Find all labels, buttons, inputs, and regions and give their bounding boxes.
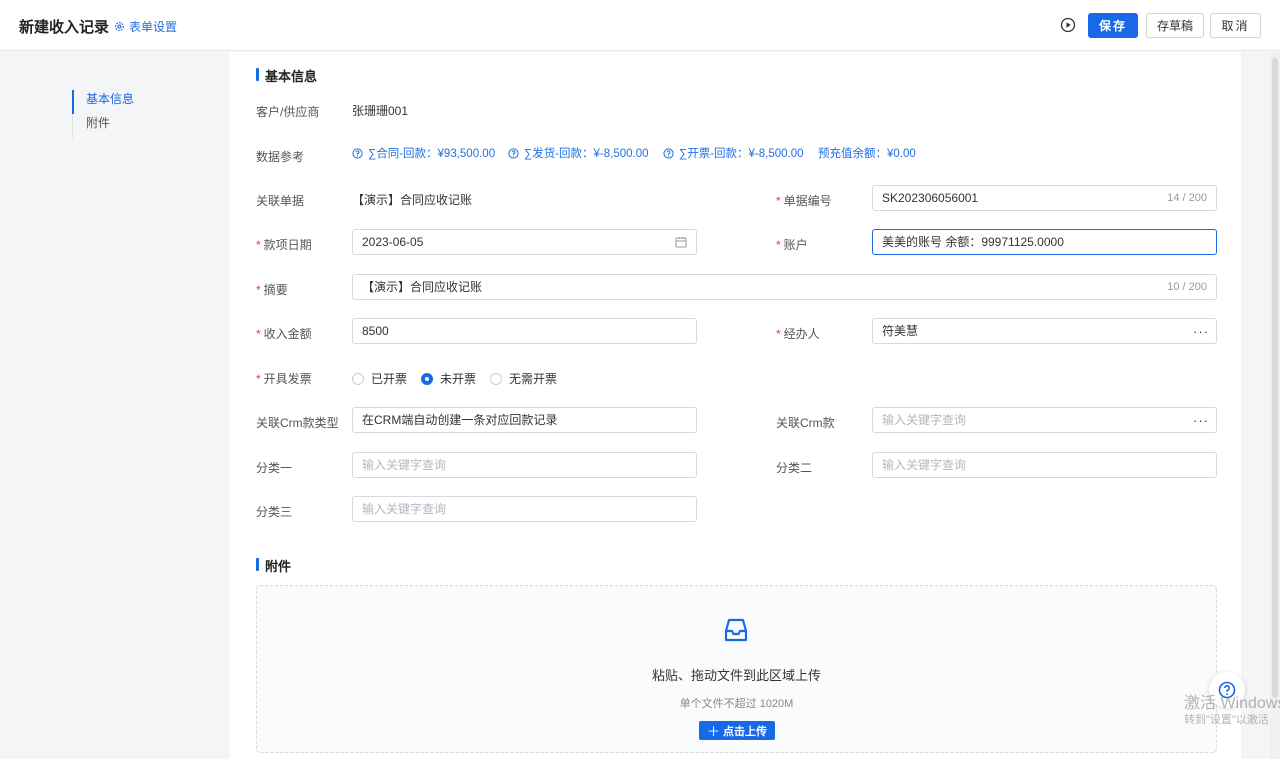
handler-input[interactable]: 符美慧 [872, 318, 1187, 344]
crm-type-value: 在CRM端自动创建一条对应回款记录 [362, 413, 558, 427]
top-header: 新建收入记录 表单设置 保存 存草稿 取消 [0, 0, 1280, 51]
save-draft-button[interactable]: 存草稿 [1146, 13, 1204, 38]
category3-input[interactable]: 输入关键字查询 [352, 496, 697, 522]
upload-button-label: 点击上传 [723, 725, 767, 738]
upload-dropzone[interactable]: 粘贴、拖动文件到此区域上传 单个文件不超过 1020M ＋ 点击上传 [256, 585, 1217, 753]
radio-not-invoiced[interactable]: 未开票 [421, 370, 476, 387]
calendar-icon [675, 237, 687, 248]
section-title-basic-info: 基本信息 [256, 66, 317, 85]
summary-value: 【演示】合同应收记账 [362, 280, 483, 294]
ref-prepaid-text: 预充值余额：¥0.00 [818, 148, 916, 160]
customer-value: 张珊珊001 [352, 104, 409, 118]
data-ref-label: 数据参考 [256, 150, 305, 164]
ref-invoice-text: ∑开票-回款：¥-8,500.00 [679, 148, 804, 160]
radio-label: 无需开票 [509, 372, 558, 386]
activation-watermark-subtitle: 转到"设置"以激活 [1184, 714, 1269, 726]
handler-picker-button[interactable]: ··· [1186, 318, 1217, 344]
form-settings-link[interactable]: 表单设置 [114, 18, 177, 35]
anchor-nav: 基本信息 附件 [72, 90, 134, 138]
nav-item-attachment[interactable]: 附件 [72, 114, 134, 138]
related-doc-label: 关联单据 [256, 194, 305, 208]
customer-label: 客户/供应商 [256, 105, 320, 119]
crm-type-label: 关联Crm款类型 [256, 416, 339, 430]
invoice-radio-group: 已开票 未开票 无需开票 [352, 370, 571, 387]
account-value: 美美的账号 余额：99971125.0000 [882, 235, 1064, 249]
crm-placeholder: 输入关键字查询 [882, 413, 967, 427]
gear-icon [115, 22, 124, 31]
question-circle-icon [352, 147, 363, 159]
date-picker[interactable]: 2023-06-05 [352, 229, 697, 255]
radio-no-invoice-needed[interactable]: 无需开票 [490, 370, 557, 387]
category2-label: 分类二 [776, 461, 813, 475]
save-button[interactable]: 保存 [1088, 13, 1138, 38]
ref-contract-payment[interactable]: ∑合同-回款：¥93,500.00 [352, 145, 495, 161]
amount-label: * 收入金额 [256, 327, 312, 341]
ref-delivery-payment[interactable]: ∑发货-回款：¥-8,500.00 [508, 145, 649, 161]
summary-label: * 摘要 [256, 283, 288, 297]
ref-delivery-text: ∑发货-回款：¥-8,500.00 [524, 148, 649, 160]
ref-invoice-payment[interactable]: ∑开票-回款：¥-8,500.00 [663, 145, 804, 161]
summary-input[interactable]: 【演示】合同应收记账 10 / 200 [352, 274, 1217, 300]
doc-no-counter: 14 / 200 [1167, 192, 1207, 204]
page-title: 新建收入记录 [19, 19, 110, 36]
upload-button[interactable]: ＋ 点击上传 [699, 721, 775, 740]
date-label: * 款项日期 [256, 238, 312, 252]
ref-prepaid-balance: 预充值余额：¥0.00 [818, 145, 916, 161]
upload-drop-text: 粘贴、拖动文件到此区域上传 [651, 668, 821, 683]
amount-input[interactable]: 8500 [352, 318, 697, 344]
activation-watermark-title: 激活 Windows [1184, 695, 1280, 712]
inbox-icon [724, 618, 748, 642]
account-select[interactable]: 美美的账号 余额：99971125.0000 [872, 229, 1217, 255]
ref-contract-text: ∑合同-回款：¥93,500.00 [368, 148, 496, 160]
crm-input[interactable]: 输入关键字查询 [872, 407, 1187, 433]
play-icon[interactable] [1060, 17, 1076, 33]
doc-no-label: * 单据编号 [776, 194, 832, 208]
related-doc-value: 【演示】合同应收记账 [352, 193, 473, 207]
crm-picker-button[interactable]: ··· [1186, 407, 1217, 433]
radio-circle [352, 372, 364, 385]
question-circle-icon [663, 147, 674, 159]
scrollbar-thumb[interactable] [1272, 58, 1278, 698]
category2-placeholder: 输入关键字查询 [882, 458, 967, 472]
crm-type-select[interactable]: 在CRM端自动创建一条对应回款记录 [352, 407, 697, 433]
radio-label: 未开票 [440, 372, 477, 386]
crm-label: 关联Crm款 [776, 416, 835, 430]
radio-circle [490, 372, 503, 385]
handler-label: * 经办人 [776, 327, 820, 341]
amount-value: 8500 [362, 324, 389, 338]
category3-label: 分类三 [256, 505, 293, 519]
plus-icon: ＋ [706, 724, 720, 739]
invoice-label: * 开具发票 [256, 372, 312, 386]
nav-item-basic-info[interactable]: 基本信息 [72, 90, 134, 114]
category1-input[interactable]: 输入关键字查询 [352, 452, 697, 478]
doc-no-value: SK202306056001 [882, 191, 979, 205]
question-circle-icon [508, 147, 519, 159]
upload-limit-text: 单个文件不超过 1020M [679, 698, 794, 710]
cancel-button[interactable]: 取消 [1210, 13, 1261, 38]
form-settings-label: 表单设置 [129, 20, 178, 34]
radio-label: 已开票 [371, 372, 408, 386]
doc-no-input[interactable]: SK202306056001 14 / 200 [872, 185, 1217, 211]
section-title-attachment: 附件 [256, 556, 291, 575]
radio-circle-checked [421, 372, 434, 385]
handler-value: 符美慧 [882, 324, 919, 338]
account-label: * 账户 [776, 238, 808, 252]
category2-input[interactable]: 输入关键字查询 [872, 452, 1217, 478]
date-value: 2023-06-05 [362, 235, 424, 249]
category1-placeholder: 输入关键字查询 [362, 458, 447, 472]
category3-placeholder: 输入关键字查询 [362, 502, 447, 516]
radio-invoiced[interactable]: 已开票 [352, 370, 407, 387]
summary-counter: 10 / 200 [1167, 281, 1207, 293]
category1-label: 分类一 [256, 461, 293, 475]
